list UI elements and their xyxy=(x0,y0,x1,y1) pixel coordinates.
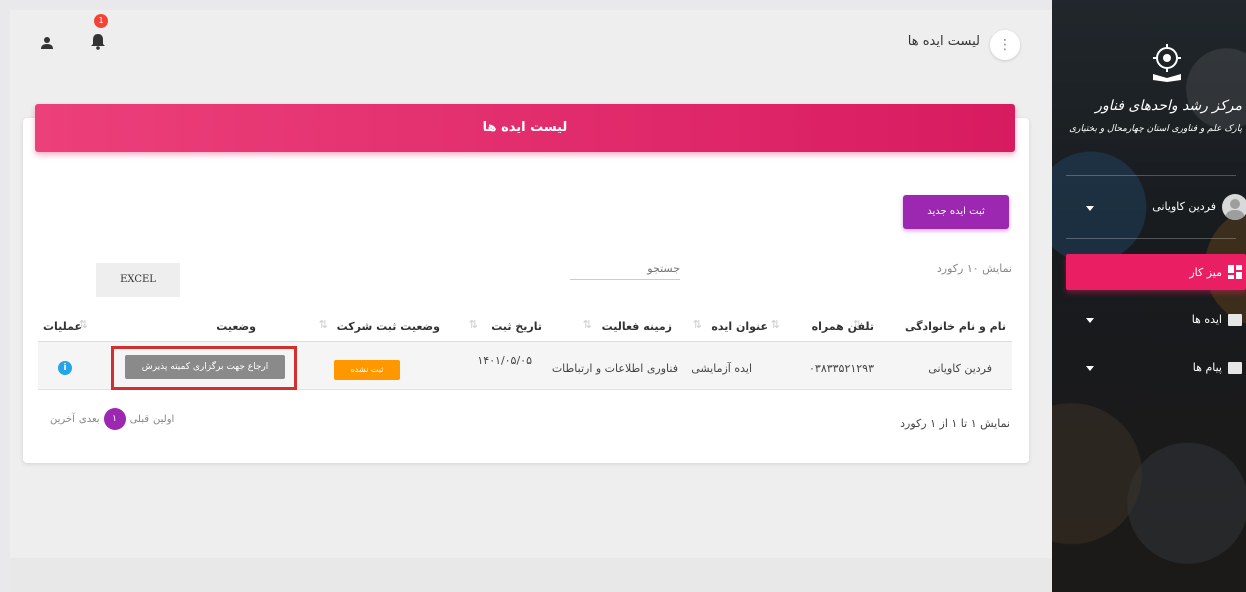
pager-first[interactable]: اولین xyxy=(153,414,174,425)
sidebar: مرکز رشد واحدهای فناور پارک علم و فناوری… xyxy=(1052,0,1246,592)
chevron-down-icon[interactable] xyxy=(1086,318,1094,323)
bell-icon[interactable] xyxy=(90,32,106,50)
table-row: فردین کاویانی ۰۳۸۳۳۵۲۱۲۹۳ ایده آزمایشی ف… xyxy=(38,342,1012,390)
main-content: 1 لیست ایده ها ⋮ لیست ایده ها ثبت ایده ج… xyxy=(10,10,1052,592)
excel-export-button[interactable]: EXCEL xyxy=(96,263,180,297)
logo-subtitle: پارک علم و فناوری استان چهارمحال و بختیا… xyxy=(1069,124,1242,134)
pagination: اولین قبلی ۱ بعدی آخرین xyxy=(50,406,174,432)
image-icon xyxy=(1228,362,1242,374)
cell-date: ۱۴۰۱/۰۵/۰۵ xyxy=(477,354,532,367)
avatar[interactable] xyxy=(1222,194,1246,220)
sort-icon[interactable]: ⇅ xyxy=(771,318,780,331)
notification-badge: 1 xyxy=(94,14,108,28)
card-header: لیست ایده ها xyxy=(35,104,1015,152)
status-badge: ارجاع جهت برگزاری کمیته پذیرش xyxy=(125,355,285,379)
sort-icon[interactable]: ⇅ xyxy=(583,318,592,331)
col-status[interactable]: وضعیت xyxy=(216,320,256,333)
image-icon xyxy=(1228,314,1242,326)
sort-icon[interactable]: ⇅ xyxy=(693,318,702,331)
col-company-status[interactable]: وضعیت ثبت شرکت xyxy=(337,320,440,333)
divider xyxy=(1066,238,1236,239)
col-actions: عملیات xyxy=(42,320,82,333)
col-date[interactable]: تاریخ ثبت xyxy=(491,320,542,333)
new-idea-button[interactable]: ثبت ایده جدید xyxy=(903,195,1009,229)
cell-name: فردین کاویانی xyxy=(928,362,992,375)
sort-icon[interactable]: ⇅ xyxy=(319,318,328,331)
col-field[interactable]: زمینه فعالیت xyxy=(602,320,672,333)
table-header: نام و نام خانوادگی ⇅ تلفن همراه ⇅ عنوان … xyxy=(38,314,1012,342)
sidebar-item-messages[interactable]: پیام ها xyxy=(1142,361,1222,374)
account-icon[interactable] xyxy=(40,36,54,50)
chevron-down-icon[interactable] xyxy=(1086,366,1094,371)
cell-field: فناوری اطلاعات و ارتباطات xyxy=(551,362,678,375)
pager-last[interactable]: آخرین xyxy=(50,414,75,425)
info-icon[interactable]: i xyxy=(58,361,72,375)
sidebar-overlay xyxy=(1052,0,1246,592)
pager-current[interactable]: ۱ xyxy=(103,408,126,430)
sidebar-item-ideas[interactable]: ایده ها xyxy=(1142,313,1222,326)
footer-band xyxy=(10,558,1052,592)
col-name[interactable]: نام و نام خانوادگی xyxy=(905,320,1006,333)
divider xyxy=(1066,175,1236,176)
cell-phone: ۰۳۸۳۳۵۲۱۲۹۳ xyxy=(809,362,874,375)
logo-icon xyxy=(1153,44,1181,82)
pager-next[interactable]: بعدی xyxy=(79,414,100,425)
sidebar-item-label: میز کار xyxy=(1189,266,1222,279)
search-input[interactable] xyxy=(570,258,680,280)
chevron-down-icon[interactable] xyxy=(1086,206,1094,211)
pager-prev[interactable]: قبلی xyxy=(130,414,149,425)
sort-icon[interactable]: ⇅ xyxy=(469,318,478,331)
records-summary: نمایش ۱ تا ۱ از ۱ رکورد xyxy=(900,417,1010,430)
col-phone[interactable]: تلفن همراه xyxy=(812,320,874,333)
show-records-label[interactable]: نمایش ۱۰ رکورد xyxy=(910,262,1012,275)
col-idea-title[interactable]: عنوان ایده xyxy=(711,320,768,333)
logo-title: مرکز رشد واحدهای فناور xyxy=(1095,98,1242,114)
more-vert-icon[interactable]: ⋮ xyxy=(990,30,1020,60)
company-status-badge: ثبت نشده xyxy=(334,360,400,380)
page-title: لیست ایده ها xyxy=(907,34,980,49)
cell-idea-title: ایده آزمایشی xyxy=(691,362,752,375)
user-name[interactable]: فردین کاویانی xyxy=(1122,200,1216,213)
dashboard-icon xyxy=(1228,265,1242,279)
